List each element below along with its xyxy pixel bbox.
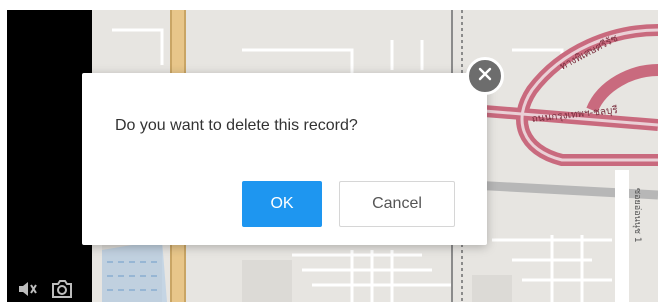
screen: ทางพิเศษศรีรัช ถนนกรุงเทพฯ-ชลบุรี ซอยอ่อ… [0, 0, 658, 302]
close-icon [477, 66, 493, 87]
video-controls [17, 280, 73, 298]
mute-icon[interactable] [17, 280, 37, 298]
close-dialog-button[interactable] [466, 57, 504, 95]
camera-icon[interactable] [51, 280, 73, 298]
confirm-dialog: Do you want to delete this record? OK Ca… [82, 73, 487, 245]
ok-button[interactable]: OK [242, 181, 322, 227]
dialog-message: Do you want to delete this record? [115, 117, 358, 134]
map-label-soi: ซอยอ่อนนุช 1 [632, 188, 642, 243]
cancel-button[interactable]: Cancel [339, 181, 455, 227]
video-panel [7, 10, 92, 302]
